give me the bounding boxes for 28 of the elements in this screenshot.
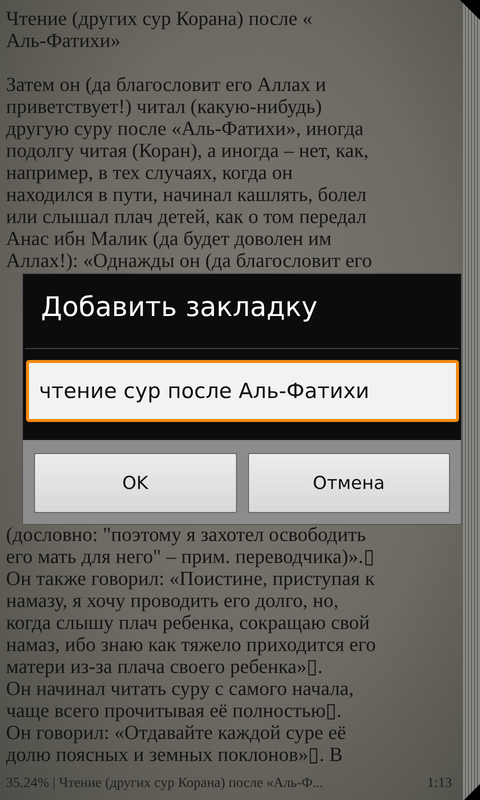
text-line: Аллах!): «Однажды он (да благословит его (6, 250, 372, 272)
text-line: находился в пути, начинал кашлять, болел (6, 184, 367, 206)
text-line: намазу, я хочу проводить его долго, но, (6, 590, 338, 612)
text-line: подолгу читая (Коран), а иногда – нет, как, (6, 140, 369, 162)
text-line: намаз, ибо знаю как тяжело приходится его (6, 634, 376, 656)
clock: 1:13 (427, 776, 452, 792)
text-line: например, в тех случаях, когда он (6, 162, 293, 184)
chapter-heading-line: Чтение (других сур Корана) после « (6, 8, 312, 30)
dialog-button[interactable]: OK (34, 453, 236, 513)
dialog-title: Добавить закладку (40, 291, 318, 325)
bookmark-name-field[interactable]: чтение сур после Аль-Фатихи (26, 360, 459, 422)
text-line: (дословно: "поэтому я захотел освободить (6, 524, 366, 546)
text-line: Анас ибн Малик (да будет доволен им (6, 228, 332, 250)
text-line: другую суру после «Аль-Фатихи», иногда (6, 118, 364, 140)
text-line: Он также говорил: «Поистине, приступая к (6, 568, 375, 590)
text-line: его мать для него" – прим. переводчика)».▯ (6, 546, 374, 568)
reading-position: 35.24% | Чтение (других сур Корана) после «Аль-Ф... (6, 776, 324, 792)
text-line: чаще всего прочитывая её полностью▯. (6, 700, 342, 722)
text-line: Затем он (да благословит его Аллах и (6, 74, 326, 96)
text-line: матери из-за плача своего ребенка»▯. (6, 656, 323, 678)
text-line: приветствует!) читал (какую-нибудь) (6, 96, 322, 118)
dialog-button[interactable]: Отмена (248, 453, 450, 513)
text-line: Он начинал читать суру с самого начала, (6, 678, 354, 700)
text-line: или слышал плач детей, как о том передал (6, 206, 366, 228)
text-line: Он говорил: «Отдавайте каждой суре её (6, 722, 346, 744)
text-line: когда слышу плач ребенка, сокращаю свой (6, 612, 370, 634)
text-line: долю поясных и земных поклонов»▯. В (6, 744, 343, 766)
chapter-heading-line: Аль-Фатихи» (6, 30, 121, 52)
